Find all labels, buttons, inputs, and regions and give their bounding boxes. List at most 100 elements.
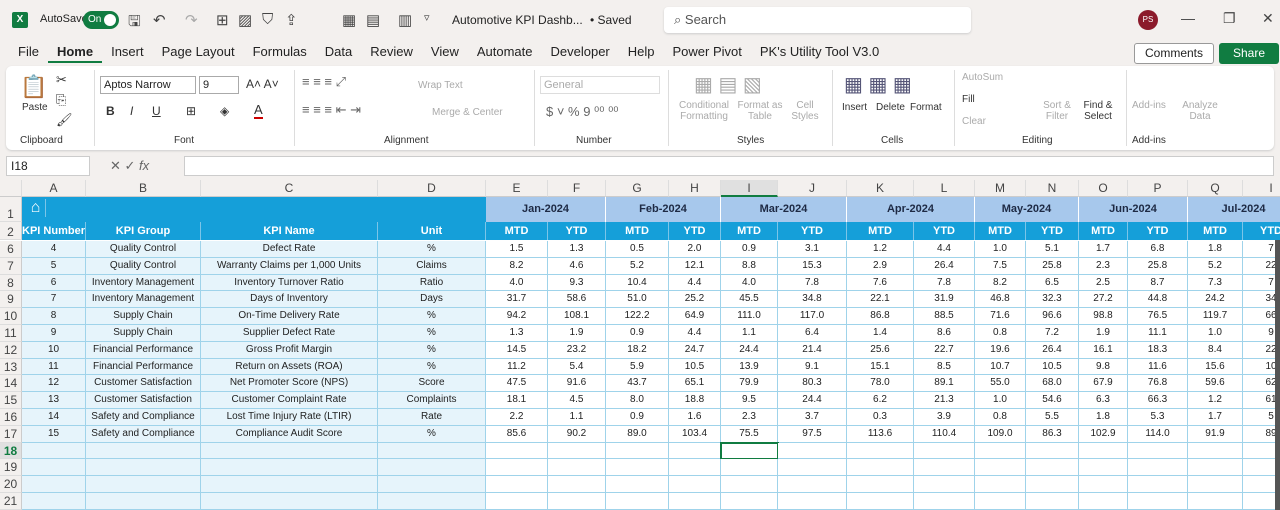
cell-value[interactable]: 45.5 — [721, 291, 778, 309]
tab-file[interactable]: File — [0, 44, 48, 63]
cell-value[interactable]: 98.8 — [1079, 308, 1128, 325]
cell-name[interactable]: Lost Time Injury Rate (LTIR) — [201, 409, 378, 426]
cell-group[interactable]: Customer Satisfaction — [86, 375, 201, 393]
column-header-J[interactable]: J — [778, 180, 847, 197]
cell-num[interactable]: 9 — [22, 325, 86, 342]
cell-num[interactable]: 13 — [22, 392, 86, 409]
empty-cell[interactable] — [721, 493, 778, 510]
cell-value[interactable]: 91.9 — [1188, 425, 1243, 443]
cell-value[interactable]: 0.8 — [975, 325, 1026, 342]
cell-unit[interactable]: Days — [378, 291, 486, 309]
font-size-select[interactable]: 9 — [199, 76, 239, 94]
cell-value[interactable]: 24.4 — [721, 341, 778, 359]
row-header[interactable]: 9 — [0, 291, 22, 309]
empty-cell[interactable] — [201, 476, 378, 493]
cell-value[interactable]: 89.0 — [606, 425, 669, 443]
cell-value[interactable]: 32.3 — [1026, 291, 1079, 309]
cell-value[interactable]: 91.6 — [548, 375, 606, 393]
paste-icon[interactable]: 📋 — [20, 74, 47, 100]
cell-name[interactable]: On-Time Delivery Rate — [201, 308, 378, 325]
row-header[interactable]: 21 — [0, 493, 22, 510]
empty-cell[interactable] — [1128, 459, 1188, 477]
cell-num[interactable]: 8 — [22, 308, 86, 325]
filter-icon[interactable]: ⛉ — [262, 11, 273, 28]
font-color-icon[interactable]: A — [254, 102, 263, 119]
align-top-icon[interactable]: ≡ ≡ ≡ ⤢ — [302, 74, 346, 90]
row-header[interactable]: 18 — [0, 442, 22, 460]
empty-cell[interactable] — [778, 476, 847, 493]
cell-value[interactable]: 86.8 — [847, 308, 914, 325]
avatar[interactable]: PS — [1138, 10, 1158, 30]
column-header-Q[interactable]: Q — [1188, 180, 1243, 197]
cell-value[interactable]: 1.3 — [548, 241, 606, 258]
empty-cell[interactable] — [548, 442, 606, 460]
cell-value[interactable]: 6.3 — [1079, 392, 1128, 409]
cell-group[interactable]: Quality Control — [86, 257, 201, 275]
cell-value[interactable]: 18.8 — [669, 392, 721, 409]
column-header-K[interactable]: K — [847, 180, 914, 197]
calculator-icon[interactable]: ▥ — [398, 11, 412, 29]
cell-value[interactable]: 5.2 — [606, 257, 669, 275]
borders-icon[interactable]: ⊞ — [186, 104, 196, 118]
cell-value[interactable]: 2.3 — [721, 409, 778, 426]
row-header-1[interactable]: 1 — [0, 197, 22, 222]
cell-value[interactable]: 21.3 — [914, 392, 975, 409]
column-header-E[interactable]: E — [486, 180, 548, 197]
cell-value[interactable]: 110.4 — [914, 425, 975, 443]
empty-cell[interactable] — [1128, 493, 1188, 510]
cell-value[interactable]: 24.4 — [778, 392, 847, 409]
cell-value[interactable]: 18.3 — [1128, 341, 1188, 359]
column-header-C[interactable]: C — [201, 180, 378, 197]
cell-unit[interactable]: % — [378, 325, 486, 342]
comments-button[interactable]: Comments — [1134, 43, 1214, 64]
selected-cell[interactable] — [720, 441, 779, 461]
cell-value[interactable]: 85.6 — [486, 425, 548, 443]
empty-cell[interactable] — [669, 459, 721, 477]
cell-value[interactable]: 79.9 — [721, 375, 778, 393]
cell-value[interactable]: 7.6 — [847, 274, 914, 292]
cell-value[interactable]: 25.2 — [669, 291, 721, 309]
empty-cell[interactable] — [721, 459, 778, 477]
cell-value[interactable]: 26.4 — [914, 257, 975, 275]
cell-unit[interactable]: Rate — [378, 409, 486, 426]
saved-status[interactable]: • Saved — [590, 13, 632, 27]
picture-icon[interactable]: ▨ — [238, 11, 252, 29]
cell-value[interactable]: 68.0 — [1026, 375, 1079, 393]
column-header-N[interactable]: N — [1026, 180, 1079, 197]
cell-value[interactable]: 19.6 — [975, 341, 1026, 359]
cell-num[interactable]: 14 — [22, 409, 86, 426]
cell-value[interactable]: 97.5 — [778, 425, 847, 443]
cell-value[interactable]: 119.7 — [1188, 308, 1243, 325]
close-icon[interactable]: ✕ — [1262, 10, 1274, 27]
cell-num[interactable]: 11 — [22, 358, 86, 376]
cell-value[interactable]: 15.3 — [778, 257, 847, 275]
cell-value[interactable]: 8.7 — [1128, 274, 1188, 292]
cell-value[interactable]: 15.6 — [1188, 358, 1243, 376]
cell-value[interactable]: 8.2 — [486, 257, 548, 275]
row-header[interactable]: 19 — [0, 459, 22, 477]
row-header[interactable]: 20 — [0, 476, 22, 493]
cell-value[interactable]: 108.1 — [548, 308, 606, 325]
empty-cell[interactable] — [975, 476, 1026, 493]
cell-value[interactable]: 1.4 — [847, 325, 914, 342]
cell-value[interactable]: 4.0 — [721, 274, 778, 292]
cell-group[interactable]: Customer Satisfaction — [86, 392, 201, 409]
cell-value[interactable]: 7.8 — [778, 274, 847, 292]
find-select-button[interactable]: Find & Select — [1078, 100, 1118, 122]
cell-name[interactable]: Customer Complaint Rate — [201, 392, 378, 409]
cell-value[interactable]: 7.5 — [975, 257, 1026, 275]
cell-value[interactable]: 58.6 — [548, 291, 606, 309]
cell-value[interactable]: 1.1 — [548, 409, 606, 426]
empty-cell[interactable] — [778, 442, 847, 460]
cell-value[interactable]: 111.0 — [721, 308, 778, 325]
empty-cell[interactable] — [22, 476, 86, 493]
empty-cell[interactable] — [847, 442, 914, 460]
sort-filter-button[interactable]: Sort & Filter — [1040, 100, 1074, 122]
cell-value[interactable]: 1.7 — [1188, 409, 1243, 426]
cell-value[interactable]: 1.9 — [548, 325, 606, 342]
cell-value[interactable]: 16.1 — [1079, 341, 1128, 359]
tab-review[interactable]: Review — [361, 44, 422, 63]
merge-center-button[interactable]: Merge & Center — [432, 107, 503, 118]
cell-group[interactable]: Safety and Compliance — [86, 409, 201, 426]
cell-value[interactable]: 5.1 — [1026, 241, 1079, 258]
